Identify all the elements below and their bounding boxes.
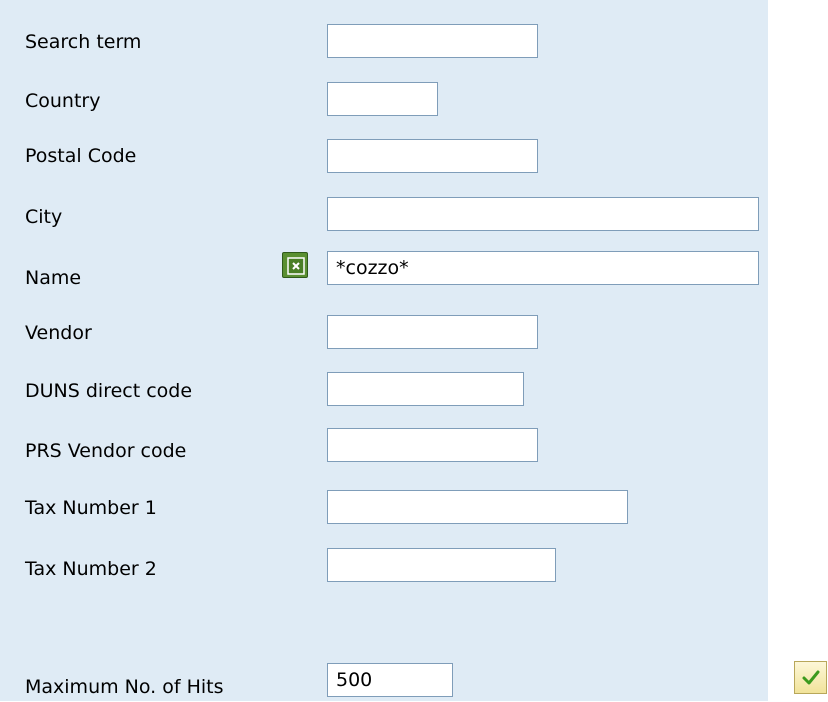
postal-code-input[interactable]	[327, 139, 538, 173]
city-label: City	[25, 206, 63, 228]
confirm-button[interactable]	[794, 661, 827, 694]
tax-number-2-label: Tax Number 2	[25, 558, 157, 580]
prs-vendor-code-label: PRS Vendor code	[25, 440, 187, 462]
exclude-selection-button[interactable]	[282, 252, 308, 278]
country-input[interactable]	[327, 82, 438, 116]
postal-code-label: Postal Code	[25, 145, 137, 167]
name-input[interactable]	[327, 251, 759, 285]
tax-number-2-input[interactable]	[327, 548, 556, 582]
search-term-input[interactable]	[327, 24, 538, 58]
maximum-hits-label: Maximum No. of Hits	[25, 676, 224, 698]
search-criteria-panel: Search term Country Postal Code City Nam…	[0, 0, 768, 701]
city-input[interactable]	[327, 197, 759, 231]
prs-vendor-code-input[interactable]	[327, 428, 538, 462]
vendor-label: Vendor	[25, 322, 92, 344]
tax-number-1-label: Tax Number 1	[25, 497, 157, 519]
vendor-input[interactable]	[327, 315, 538, 349]
duns-direct-code-label: DUNS direct code	[25, 380, 193, 402]
checkmark-icon	[802, 670, 820, 685]
country-label: Country	[25, 90, 101, 112]
exclude-selection-icon	[287, 257, 305, 275]
search-term-label: Search term	[25, 31, 142, 53]
tax-number-1-input[interactable]	[327, 490, 628, 524]
duns-direct-code-input[interactable]	[327, 372, 524, 406]
name-label: Name	[25, 267, 82, 289]
maximum-hits-input[interactable]	[327, 663, 453, 697]
